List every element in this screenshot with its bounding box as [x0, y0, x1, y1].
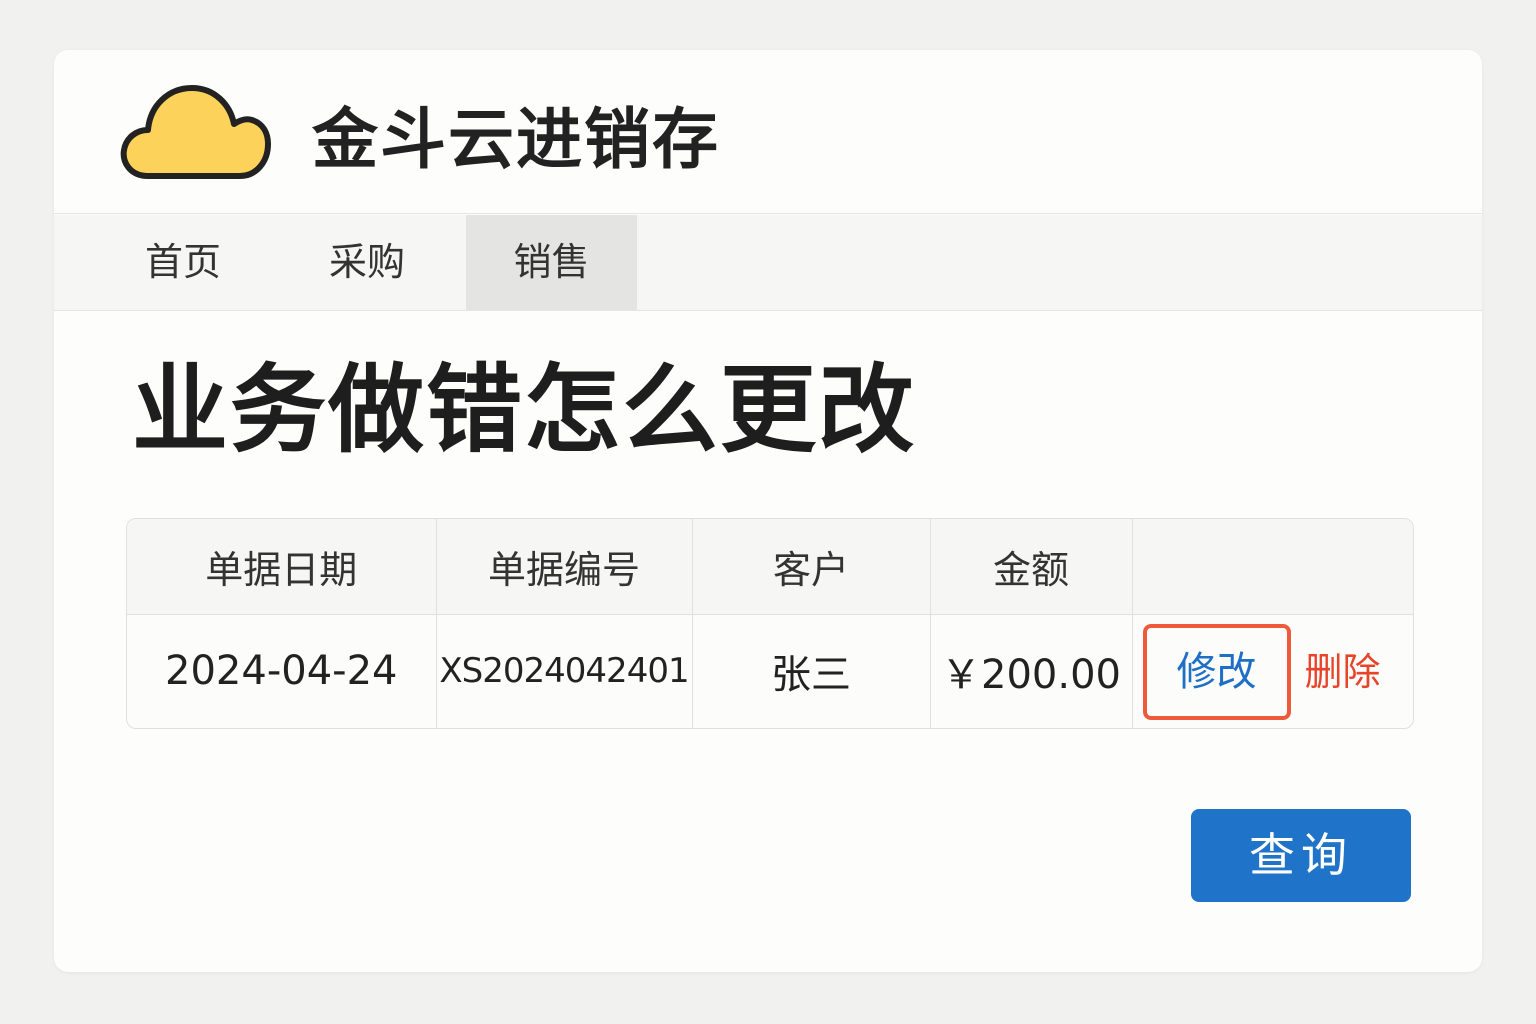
edit-link[interactable]: 修改 [1142, 623, 1291, 720]
nav-item-home[interactable]: 首页 [100, 215, 266, 310]
orders-table: 单据日期 单据编号 客户 金额 2024-04-24 XS2024042401 … [126, 518, 1414, 729]
nav-item-purchase[interactable]: 采购 [284, 215, 450, 310]
cell-number: XS2024042401 [436, 614, 693, 728]
cell-customer: 张三 [692, 614, 931, 728]
app-header: 金斗云进销存 [54, 50, 1482, 214]
cell-date: 2024-04-24 [127, 614, 437, 728]
column-header-amount: 金额 [930, 519, 1133, 615]
delete-link[interactable]: 删除 [1305, 624, 1381, 720]
cell-actions: 修改 删除 [1132, 614, 1413, 728]
cell-amount: ￥200.00 [930, 614, 1133, 728]
main-nav: 首页 采购 销售 [54, 215, 1482, 311]
table-row: 2024-04-24 XS2024042401 张三 ￥200.00 修改 删除 [127, 614, 1413, 728]
table-header-row: 单据日期 单据编号 客户 金额 [127, 519, 1413, 615]
column-header-date: 单据日期 [127, 519, 437, 615]
page-title: 业务做错怎么更改 [132, 354, 916, 466]
nav-item-sales[interactable]: 销售 [466, 215, 637, 310]
cloud-icon [120, 85, 271, 179]
query-button[interactable]: 查询 [1191, 809, 1411, 902]
app-title: 金斗云进销存 [312, 101, 720, 178]
main-card: 金斗云进销存 首页 采购 销售 业务做错怎么更改 单据日期 单据编号 客户 金额 [54, 50, 1482, 972]
column-header-number: 单据编号 [436, 519, 693, 615]
column-header-customer: 客户 [692, 519, 931, 615]
column-header-actions [1132, 519, 1413, 615]
